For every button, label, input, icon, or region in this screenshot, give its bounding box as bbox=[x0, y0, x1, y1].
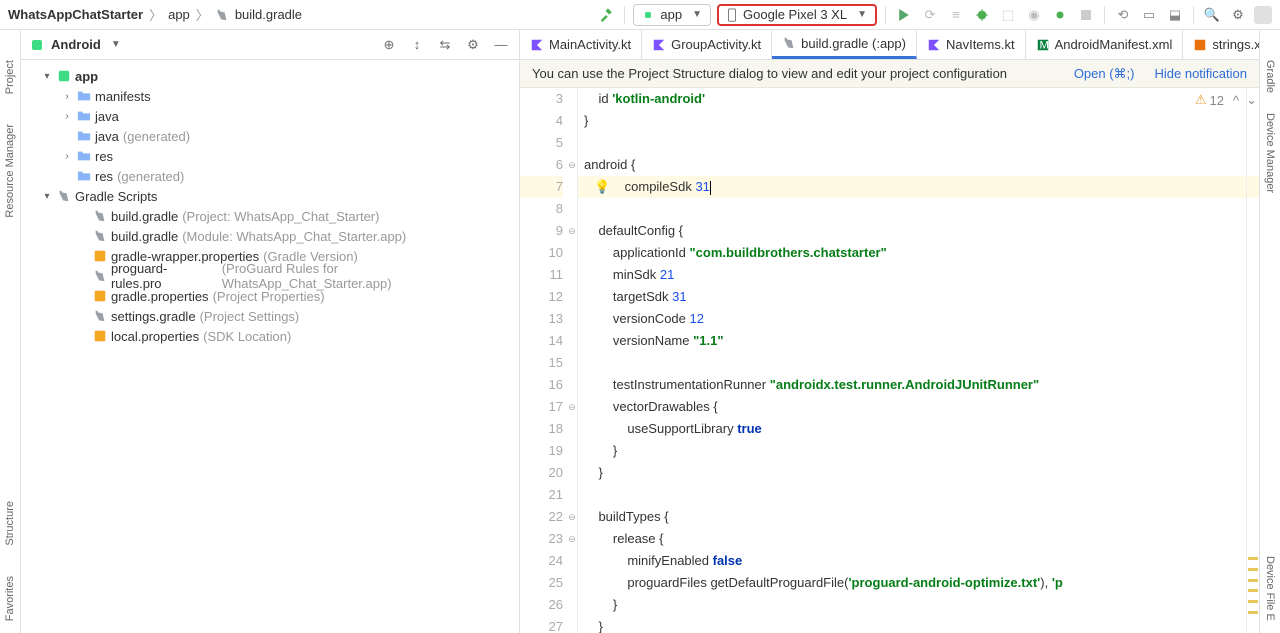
profiler-icon[interactable]: ◉ bbox=[1024, 5, 1044, 25]
rail-devicemgr[interactable]: Device Manager bbox=[1264, 113, 1276, 193]
tree-script-6[interactable]: local.properties (SDK Location) bbox=[21, 326, 519, 346]
tree-java-gen[interactable]: java (generated) bbox=[21, 126, 519, 146]
notice-open-link[interactable]: Open (⌘;) bbox=[1074, 66, 1135, 82]
breadcrumb-file[interactable]: build.gradle bbox=[235, 7, 302, 22]
error-stripe[interactable]: ⚠12 ^⌄ bbox=[1246, 88, 1259, 633]
breadcrumb-module[interactable]: app bbox=[168, 7, 190, 22]
rail-structure[interactable]: Structure bbox=[4, 501, 16, 546]
select-open-icon[interactable]: ⊕ bbox=[379, 35, 399, 55]
tree-res-gen[interactable]: res (generated) bbox=[21, 166, 519, 186]
tab-2[interactable]: build.gradle (:app) bbox=[772, 30, 917, 59]
stop-icon bbox=[1076, 5, 1096, 25]
tab-5[interactable]: strings.x bbox=[1183, 30, 1259, 59]
tree-app[interactable]: ▾app bbox=[21, 66, 519, 86]
apply-code-icon[interactable]: ≡ bbox=[946, 5, 966, 25]
tab-1[interactable]: GroupActivity.kt bbox=[642, 30, 772, 59]
editor-tabs: MainActivity.ktGroupActivity.ktbuild.gra… bbox=[520, 30, 1259, 60]
coverage-icon[interactable]: ⬚ bbox=[998, 5, 1018, 25]
tree-res[interactable]: ›res bbox=[21, 146, 519, 166]
expand-all-icon[interactable]: ↕ bbox=[407, 35, 427, 55]
rail-favorites[interactable]: Favorites bbox=[4, 576, 16, 621]
user-icon[interactable] bbox=[1254, 6, 1272, 24]
tab-3[interactable]: NavItems.kt bbox=[917, 30, 1026, 59]
device-dropdown[interactable]: Google Pixel 3 XL ▼ bbox=[717, 4, 877, 26]
sync-icon[interactable]: ⟲ bbox=[1113, 5, 1133, 25]
search-icon[interactable]: 🔍 bbox=[1202, 5, 1222, 25]
left-tool-rail: Project Resource Manager Structure Favor… bbox=[0, 30, 21, 633]
breadcrumb-project[interactable]: WhatsAppChatStarter bbox=[8, 7, 143, 22]
hide-sidebar-icon[interactable]: — bbox=[491, 35, 511, 55]
notice-hide-link[interactable]: Hide notification bbox=[1155, 66, 1248, 82]
debug-icon[interactable] bbox=[972, 5, 992, 25]
tree-script-5[interactable]: settings.gradle (Project Settings) bbox=[21, 306, 519, 326]
tree-gradle-scripts[interactable]: ▾Gradle Scripts bbox=[21, 186, 519, 206]
tree-script-1[interactable]: build.gradle (Module: WhatsApp_Chat_Star… bbox=[21, 226, 519, 246]
rail-devicefile[interactable]: Device File E bbox=[1264, 556, 1276, 621]
settings-icon[interactable]: ⚙ bbox=[1228, 5, 1248, 25]
inspection-summary[interactable]: ⚠12 ^⌄ bbox=[1195, 92, 1257, 108]
rail-gradle[interactable]: Gradle bbox=[1264, 60, 1276, 93]
right-tool-rail: Gradle Device Manager Device File E bbox=[1259, 30, 1280, 633]
attach-icon[interactable] bbox=[1050, 5, 1070, 25]
tree-script-0[interactable]: build.gradle (Project: WhatsApp_Chat_Sta… bbox=[21, 206, 519, 226]
hammer-icon[interactable] bbox=[596, 5, 616, 25]
sdk-icon[interactable]: ⬓ bbox=[1165, 5, 1185, 25]
svg-text:MF: MF bbox=[1039, 39, 1050, 51]
rail-resources[interactable]: Resource Manager bbox=[4, 124, 16, 218]
run-config-dropdown[interactable]: app ▼ bbox=[633, 4, 711, 26]
notice-text: You can use the Project Structure dialog… bbox=[532, 66, 1007, 81]
notification-banner: You can use the Project Structure dialog… bbox=[520, 60, 1259, 88]
avd-icon[interactable]: ▭ bbox=[1139, 5, 1159, 25]
code-editor[interactable]: id 'kotlin-android'}⊖android {💡 compileS… bbox=[578, 88, 1259, 633]
apply-changes-icon[interactable]: ⟳ bbox=[920, 5, 940, 25]
collapse-icon[interactable]: ⇆ bbox=[435, 35, 455, 55]
tree-script-3[interactable]: proguard-rules.pro (ProGuard Rules for W… bbox=[21, 266, 519, 286]
run-icon[interactable] bbox=[894, 5, 914, 25]
tab-4[interactable]: MFAndroidManifest.xml bbox=[1026, 30, 1184, 59]
tree-manifests[interactable]: ›manifests bbox=[21, 86, 519, 106]
breadcrumb: WhatsAppChatStarter 〉 app 〉 build.gradle bbox=[0, 5, 310, 24]
tree-java[interactable]: ›java bbox=[21, 106, 519, 126]
project-sidebar: Android ▼ ⊕ ↕ ⇆ ⚙ — ▾app ›manifests ›jav… bbox=[21, 30, 520, 633]
sidebar-mode-dropdown[interactable]: Android ▼ bbox=[29, 37, 121, 53]
tab-0[interactable]: MainActivity.kt bbox=[520, 30, 642, 59]
sidebar-gear-icon[interactable]: ⚙ bbox=[463, 35, 483, 55]
rail-project[interactable]: Project bbox=[4, 60, 16, 94]
